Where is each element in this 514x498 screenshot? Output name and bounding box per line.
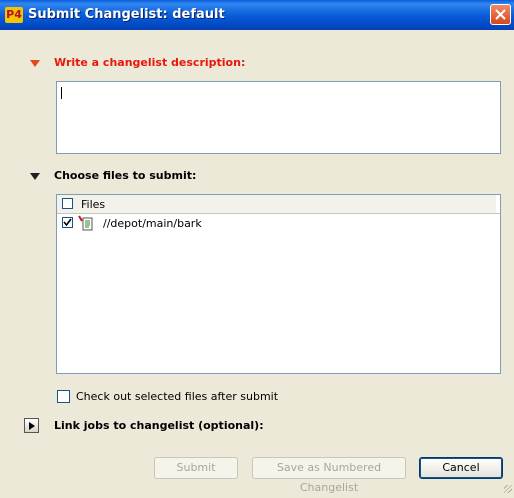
- resize-grip-icon[interactable]: [504, 485, 512, 493]
- window-title: Submit Changelist: default: [28, 7, 225, 22]
- description-textarea[interactable]: [56, 81, 501, 154]
- close-button[interactable]: [490, 4, 511, 25]
- file-row[interactable]: //depot/main/bark: [57, 215, 500, 231]
- p4-app-icon: P4: [5, 7, 23, 23]
- play-icon: [29, 422, 35, 430]
- files-column-label: Files: [81, 198, 106, 211]
- title-bar: P4 Submit Changelist: default: [0, 0, 514, 30]
- checkout-after-submit-checkbox[interactable]: [57, 390, 70, 403]
- save-numbered-changelist-button[interactable]: Save as Numbered Changelist: [252, 457, 406, 494]
- jobs-section-label: Link jobs to changelist (optional):: [54, 419, 264, 432]
- collapse-triangle-icon[interactable]: [30, 60, 40, 67]
- text-caret: [61, 87, 62, 99]
- checkmark-icon: [63, 218, 72, 227]
- files-column-header[interactable]: Files: [57, 195, 500, 214]
- file-edit-icon: [78, 215, 94, 234]
- file-path: //depot/main/bark: [103, 217, 202, 230]
- expand-jobs-button[interactable]: [24, 418, 39, 433]
- file-checkbox[interactable]: [62, 217, 73, 228]
- checkout-after-submit-label[interactable]: Check out selected files after submit: [76, 390, 278, 403]
- files-list[interactable]: Files //depot/main/bark: [56, 194, 501, 374]
- submit-button[interactable]: Submit: [154, 457, 238, 479]
- close-icon: [495, 9, 506, 20]
- files-section-label: Choose files to submit:: [54, 169, 197, 182]
- cancel-button[interactable]: Cancel: [419, 457, 503, 479]
- collapse-triangle-icon[interactable]: [30, 173, 40, 180]
- description-section-label: Write a changelist description:: [54, 56, 246, 69]
- select-all-checkbox[interactable]: [62, 198, 73, 209]
